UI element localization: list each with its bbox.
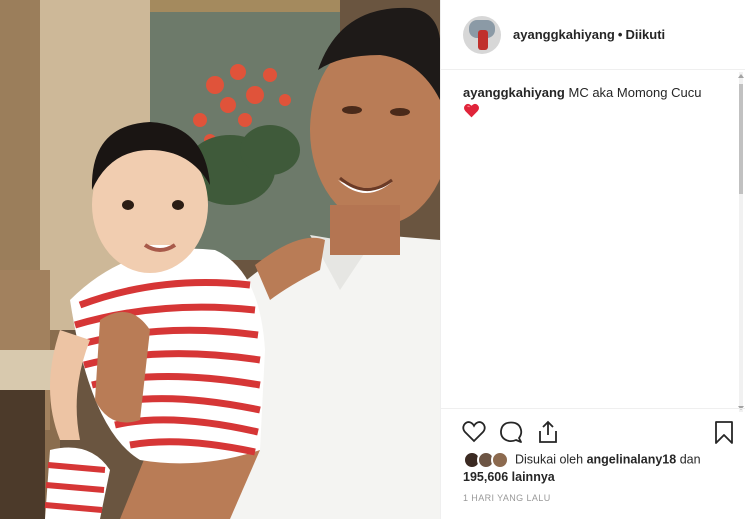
post-caption: ayanggkahiyang MC aka Momong Cucu	[463, 84, 731, 118]
bookmark-icon[interactable]	[711, 419, 737, 445]
liker-avatar	[491, 451, 509, 469]
post-photo[interactable]	[0, 0, 440, 519]
red-heart-emoji-icon	[464, 103, 479, 118]
post-image-illustration	[0, 0, 440, 519]
likes-joiner: dan	[679, 452, 701, 467]
action-icons	[461, 419, 739, 447]
likes-summary: Disukai oleh angelinalany18 dan 195,606 …	[463, 451, 733, 486]
header-text: ayanggkahiyang • Diikuti	[513, 27, 665, 42]
scrollbar-thumb[interactable]	[739, 84, 743, 194]
caption-text: MC aka Momong Cucu	[568, 85, 702, 100]
avatar[interactable]	[463, 15, 501, 54]
likes-others-count[interactable]: 195,606 lainnya	[463, 470, 555, 484]
post-header: ayanggkahiyang • Diikuti	[441, 0, 745, 70]
scroll-up-arrow-icon[interactable]	[738, 74, 744, 78]
share-icon[interactable]	[535, 419, 561, 445]
post-actions: Disukai oleh angelinalany18 dan 195,606 …	[441, 408, 745, 519]
header-username[interactable]: ayanggkahiyang	[513, 27, 615, 42]
heart-icon[interactable]	[461, 419, 487, 445]
instagram-post: ayanggkahiyang • Diikuti ayanggkahiyang MC…	[0, 0, 745, 519]
follow-status[interactable]: Diikuti	[625, 27, 665, 42]
likes-prefix: Disukai oleh	[515, 452, 584, 467]
liker-avatars[interactable]	[463, 451, 511, 469]
caption-username[interactable]: ayanggkahiyang	[463, 85, 565, 100]
post-side-panel: ayanggkahiyang • Diikuti ayanggkahiyang MC…	[440, 0, 745, 519]
caption-scrollbar[interactable]	[737, 72, 745, 412]
header-separator: •	[617, 27, 623, 42]
post-timestamp[interactable]: 1 HARI YANG LALU	[463, 493, 551, 503]
comment-icon[interactable]	[498, 419, 524, 445]
liked-by-user[interactable]: angelinalany18	[587, 452, 677, 466]
